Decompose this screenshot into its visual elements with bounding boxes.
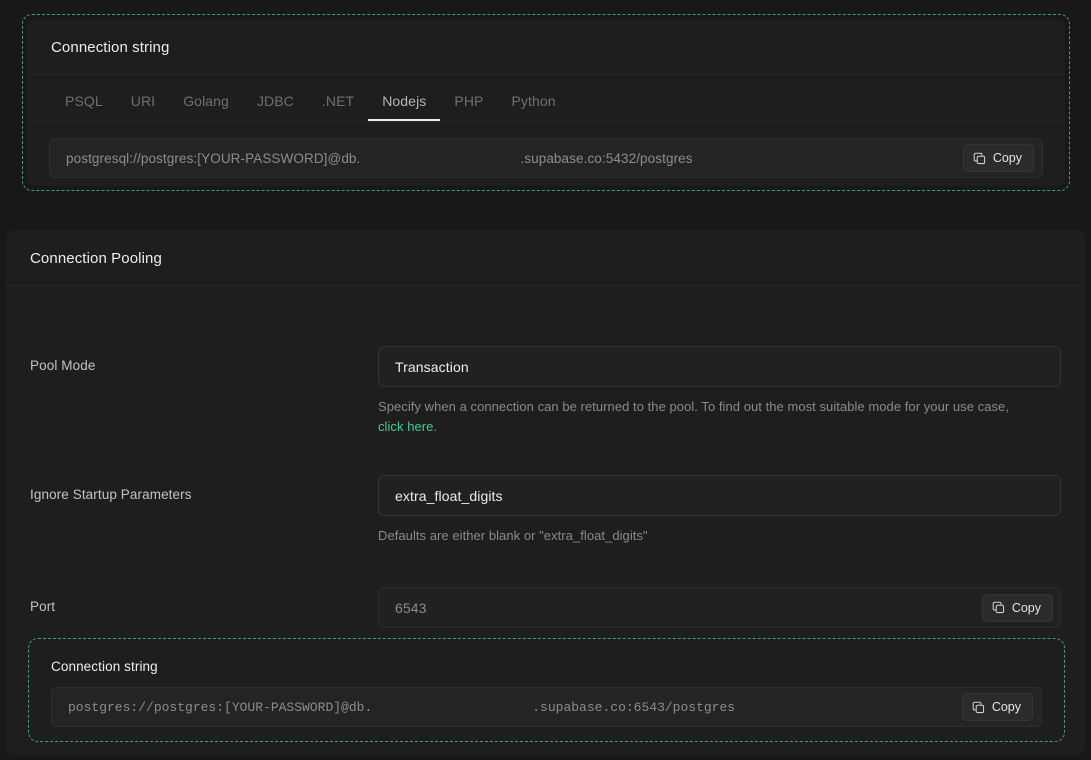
tab-php[interactable]: PHP	[440, 87, 497, 121]
pooler-connection-string-title: Connection string	[51, 659, 1042, 674]
pooler-connection-string-highlight-wrapper: Connection string postgres://postgres:[Y…	[28, 638, 1065, 742]
connection-string-header: Connection string	[27, 19, 1065, 75]
copy-pooler-connection-string-button[interactable]: Copy	[962, 693, 1033, 721]
database-settings-page: Connection string PSQL URI Golang JDBC .…	[0, 0, 1091, 760]
connection-string-title: Connection string	[51, 39, 1041, 56]
copy-port-button[interactable]: Copy	[982, 594, 1053, 622]
copy-icon	[992, 601, 1005, 614]
tab-jdbc[interactable]: JDBC	[243, 87, 308, 121]
copy-button-label: Copy	[1012, 601, 1041, 615]
connection-string-panel: Connection string PSQL URI Golang JDBC .…	[27, 19, 1065, 186]
tab-golang[interactable]: Golang	[169, 87, 243, 121]
pool-mode-helper-text-after: .	[433, 419, 437, 434]
pool-mode-helper-text-before: Specify when a connection can be returne…	[378, 399, 1009, 414]
port-control: Copy	[378, 587, 1061, 628]
pooler-connection-string-suffix: .supabase.co:6543/postgres	[532, 700, 735, 715]
port-row: Port Copy	[6, 546, 1085, 628]
copy-connection-string-button[interactable]: Copy	[963, 144, 1034, 172]
port-input[interactable]	[378, 587, 1061, 628]
pool-mode-helper-link[interactable]: click here	[378, 419, 433, 434]
pooler-connection-string-field[interactable]: postgres://postgres:[YOUR-PASSWORD]@db. …	[51, 687, 1042, 727]
ignore-startup-parameters-helper: Defaults are either blank or "extra_floa…	[378, 526, 1038, 546]
ignore-startup-parameters-row: Ignore Startup Parameters Defaults are e…	[6, 437, 1085, 546]
tab-python[interactable]: Python	[497, 87, 569, 121]
pool-mode-label: Pool Mode	[30, 346, 378, 373]
copy-icon	[973, 152, 986, 165]
port-label: Port	[30, 587, 378, 614]
copy-icon	[972, 701, 985, 714]
connection-string-field[interactable]: postgresql://postgres:[YOUR-PASSWORD]@db…	[49, 138, 1043, 178]
pool-mode-control: Specify when a connection can be returne…	[378, 346, 1061, 437]
ignore-startup-parameters-input[interactable]	[378, 475, 1061, 516]
tab-psql[interactable]: PSQL	[51, 87, 117, 121]
ignore-startup-parameters-label: Ignore Startup Parameters	[30, 475, 378, 502]
connection-pooling-title: Connection Pooling	[30, 250, 1061, 267]
connection-pooling-header: Connection Pooling	[6, 230, 1085, 286]
pooler-connection-string-prefix: postgres://postgres:[YOUR-PASSWORD]@db.	[68, 700, 372, 715]
pool-mode-input[interactable]	[378, 346, 1061, 387]
copy-button-label: Copy	[992, 700, 1021, 714]
ignore-startup-parameters-control: Defaults are either blank or "extra_floa…	[378, 475, 1061, 546]
connection-string-row: postgresql://postgres:[YOUR-PASSWORD]@db…	[27, 122, 1065, 186]
tab-dotnet[interactable]: .NET	[308, 87, 368, 121]
connection-string-highlight-wrapper: Connection string PSQL URI Golang JDBC .…	[22, 14, 1070, 191]
tab-nodejs[interactable]: Nodejs	[368, 87, 440, 121]
pool-mode-row: Pool Mode Specify when a connection can …	[6, 286, 1085, 437]
pooler-connection-string-panel: Connection string postgres://postgres:[Y…	[33, 643, 1060, 737]
tab-uri[interactable]: URI	[117, 87, 169, 121]
connection-string-tabs: PSQL URI Golang JDBC .NET Nodejs PHP Pyt…	[27, 75, 1065, 122]
pool-mode-helper: Specify when a connection can be returne…	[378, 397, 1038, 437]
connection-pooling-body: Pool Mode Specify when a connection can …	[6, 286, 1085, 628]
connection-string-prefix: postgresql://postgres:[YOUR-PASSWORD]@db…	[66, 151, 360, 166]
copy-button-label: Copy	[993, 151, 1022, 165]
connection-string-suffix: .supabase.co:5432/postgres	[520, 151, 692, 166]
